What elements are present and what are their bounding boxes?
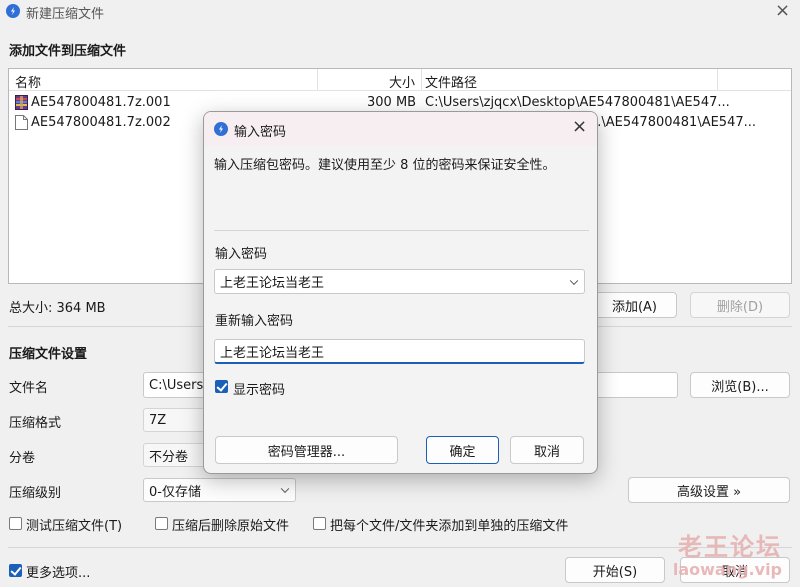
more-options-checkbox[interactable] <box>9 564 22 577</box>
show-password-label: 显示密码 <box>233 383 286 398</box>
advanced-settings-button[interactable]: 高级设置 » <box>628 477 790 503</box>
watermark-url: laowang.vip <box>672 560 782 579</box>
level-label: 压缩级别 <box>9 486 62 501</box>
settings-section-title: 压缩文件设置 <box>9 347 88 362</box>
dialog-description: 输入压缩包密码。建议使用至少 8 位的密码来保证安全性。 <box>214 158 556 173</box>
file-list-header: 名称 大小 文件路径 <box>9 69 791 91</box>
chevron-down-icon <box>280 484 290 494</box>
file-path: ...\AE547800481\AE547... <box>589 115 757 130</box>
column-header-size[interactable]: 大小 <box>389 72 415 91</box>
level-select[interactable]: 0-仅存储 <box>143 478 296 502</box>
files-section-title: 添加文件到压缩文件 <box>9 44 127 59</box>
delete-button[interactable]: 删除(D) <box>690 292 790 318</box>
browse-button[interactable]: 浏览(B)... <box>690 372 790 398</box>
ok-button[interactable]: 确定 <box>426 436 499 464</box>
separate-archives-label: 把每个文件/文件夹添加到单独的压缩文件 <box>330 519 569 534</box>
file-path: C:\Users\zjqcx\Desktop\AE547800481\AE547… <box>425 95 730 110</box>
format-value: 7Z <box>149 412 167 428</box>
main-title-bar: 新建压缩文件 × <box>0 0 800 22</box>
file-size: 300 MB <box>367 95 417 110</box>
separate-archives-checkbox[interactable] <box>313 517 326 530</box>
dialog-title: 输入密码 <box>234 125 287 140</box>
filename-label: 文件名 <box>9 381 49 396</box>
file-name: AE547800481.7z.001 <box>31 95 171 110</box>
watermark-text: 老王论坛 <box>678 533 782 561</box>
password-manager-button[interactable]: 密码管理器... <box>215 436 398 464</box>
start-button[interactable]: 开始(S) <box>565 557 665 583</box>
file-name: AE547800481.7z.002 <box>31 115 171 130</box>
more-options-label: 更多选项... <box>26 566 91 581</box>
dialog-cancel-button[interactable]: 取消 <box>510 436 584 464</box>
blank-file-icon <box>15 115 28 130</box>
test-archive-checkbox[interactable] <box>9 517 22 530</box>
confirm-password-label: 重新输入密码 <box>215 314 294 329</box>
confirm-password-input[interactable]: 上老王论坛当老王 <box>214 339 585 364</box>
add-button[interactable]: 添加(A) <box>592 292 677 318</box>
delete-after-checkbox[interactable] <box>155 517 168 530</box>
delete-after-label: 压缩后删除原始文件 <box>172 519 290 534</box>
password-input[interactable]: 上老王论坛当老王 <box>214 269 585 294</box>
app-logo-icon <box>214 122 228 136</box>
archive-file-icon <box>15 95 28 110</box>
dialog-title-bar: 输入密码 × <box>204 112 597 146</box>
password-label: 输入密码 <box>215 247 268 262</box>
password-dialog: 输入密码 × 输入压缩包密码。建议使用至少 8 位的密码来保证安全性。 输入密码… <box>203 111 598 474</box>
dialog-close-icon[interactable]: × <box>572 116 587 137</box>
column-header-path[interactable]: 文件路径 <box>425 72 477 91</box>
main-close-icon[interactable]: × <box>775 0 790 21</box>
confirm-password-value: 上老王论坛当老王 <box>220 345 325 361</box>
split-label: 分卷 <box>9 451 36 466</box>
level-value: 0-仅存储 <box>149 484 201 500</box>
filename-value: C:\Users\ <box>149 377 208 393</box>
column-header-name[interactable]: 名称 <box>15 72 41 91</box>
password-value: 上老王论坛当老王 <box>220 276 325 291</box>
app-logo-icon <box>6 4 20 18</box>
file-row[interactable]: AE547800481.7z.001 300 MB C:\Users\zjqcx… <box>9 93 791 113</box>
show-password-checkbox[interactable] <box>215 380 228 393</box>
total-size-label: 总大小: 364 MB <box>9 301 106 316</box>
chevron-down-icon <box>569 276 579 285</box>
main-window-title: 新建压缩文件 <box>26 7 105 22</box>
split-value: 不分卷 <box>149 449 189 465</box>
format-label: 压缩格式 <box>9 416 62 431</box>
test-archive-label: 测试压缩文件(T) <box>26 519 123 534</box>
